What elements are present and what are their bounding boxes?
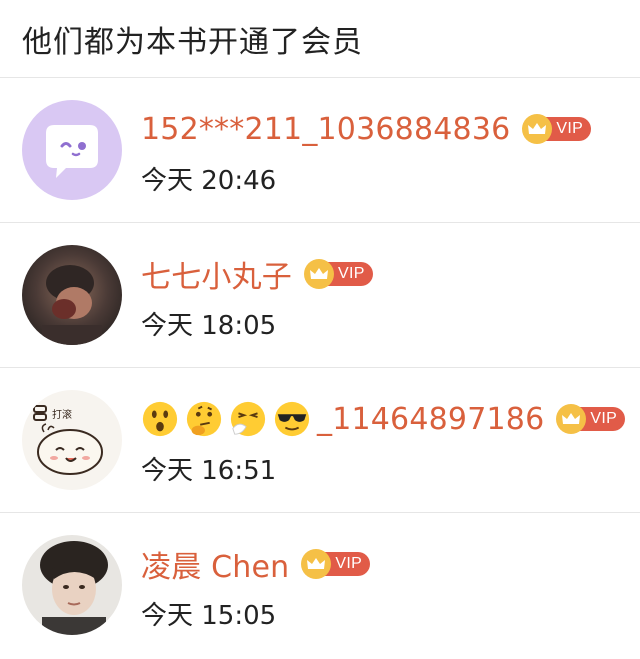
member-list: 152***211_1036884836 VIP 今天 20:46 七七小丸子 … <box>0 78 640 658</box>
crown-icon <box>304 259 334 289</box>
svg-text:打滚: 打滚 <box>52 408 72 421</box>
vip-badge: VIP <box>556 404 626 434</box>
astonished-face-icon <box>142 401 178 437</box>
member-info: 152***211_1036884836 VIP 今天 20:46 <box>141 104 640 197</box>
vip-badge: VIP <box>522 114 592 144</box>
vip-badge: VIP <box>304 259 373 289</box>
member-row[interactable]: 打滚 _11464897186 VIP 今天 16:51 <box>0 368 640 513</box>
avatar[interactable]: 打滚 <box>22 390 122 490</box>
user-photo-avatar <box>22 245 122 345</box>
vip-badge: VIP <box>301 549 371 579</box>
member-time: 今天 15:05 <box>141 601 277 631</box>
cartoon-avatar: 打滚 <box>22 390 122 490</box>
member-time: 今天 20:46 <box>141 166 277 196</box>
member-name[interactable]: 凌晨 Chen <box>141 542 289 586</box>
member-time: 今天 18:05 <box>141 311 277 341</box>
member-name[interactable]: _11464897186 <box>317 402 544 437</box>
thinking-face-icon <box>186 401 222 437</box>
default-avatar-icon <box>22 100 122 200</box>
name-emoji-group <box>141 400 317 438</box>
section-header: 他们都为本书开通了会员 <box>0 0 640 78</box>
member-info: 凌晨 Chen VIP 今天 15:05 <box>141 539 640 632</box>
avatar[interactable] <box>22 535 122 635</box>
member-name[interactable]: 七七小丸子 <box>141 252 292 296</box>
member-time: 今天 16:51 <box>141 456 277 486</box>
member-row[interactable]: 凌晨 Chen VIP 今天 15:05 <box>0 513 640 658</box>
sneezing-face-icon <box>230 401 266 437</box>
section-title: 他们都为本书开通了会员 <box>22 24 363 60</box>
sunglasses-face-icon <box>274 401 310 437</box>
avatar[interactable] <box>22 100 122 200</box>
member-row[interactable]: 七七小丸子 VIP 今天 18:05 <box>0 223 640 368</box>
member-info: 七七小丸子 VIP 今天 18:05 <box>141 249 640 342</box>
member-info: _11464897186 VIP 今天 16:51 <box>141 394 640 487</box>
user-photo-avatar <box>22 535 122 635</box>
avatar[interactable] <box>22 245 122 345</box>
member-row[interactable]: 152***211_1036884836 VIP 今天 20:46 <box>0 78 640 223</box>
member-name[interactable]: 152***211_1036884836 <box>141 112 510 147</box>
